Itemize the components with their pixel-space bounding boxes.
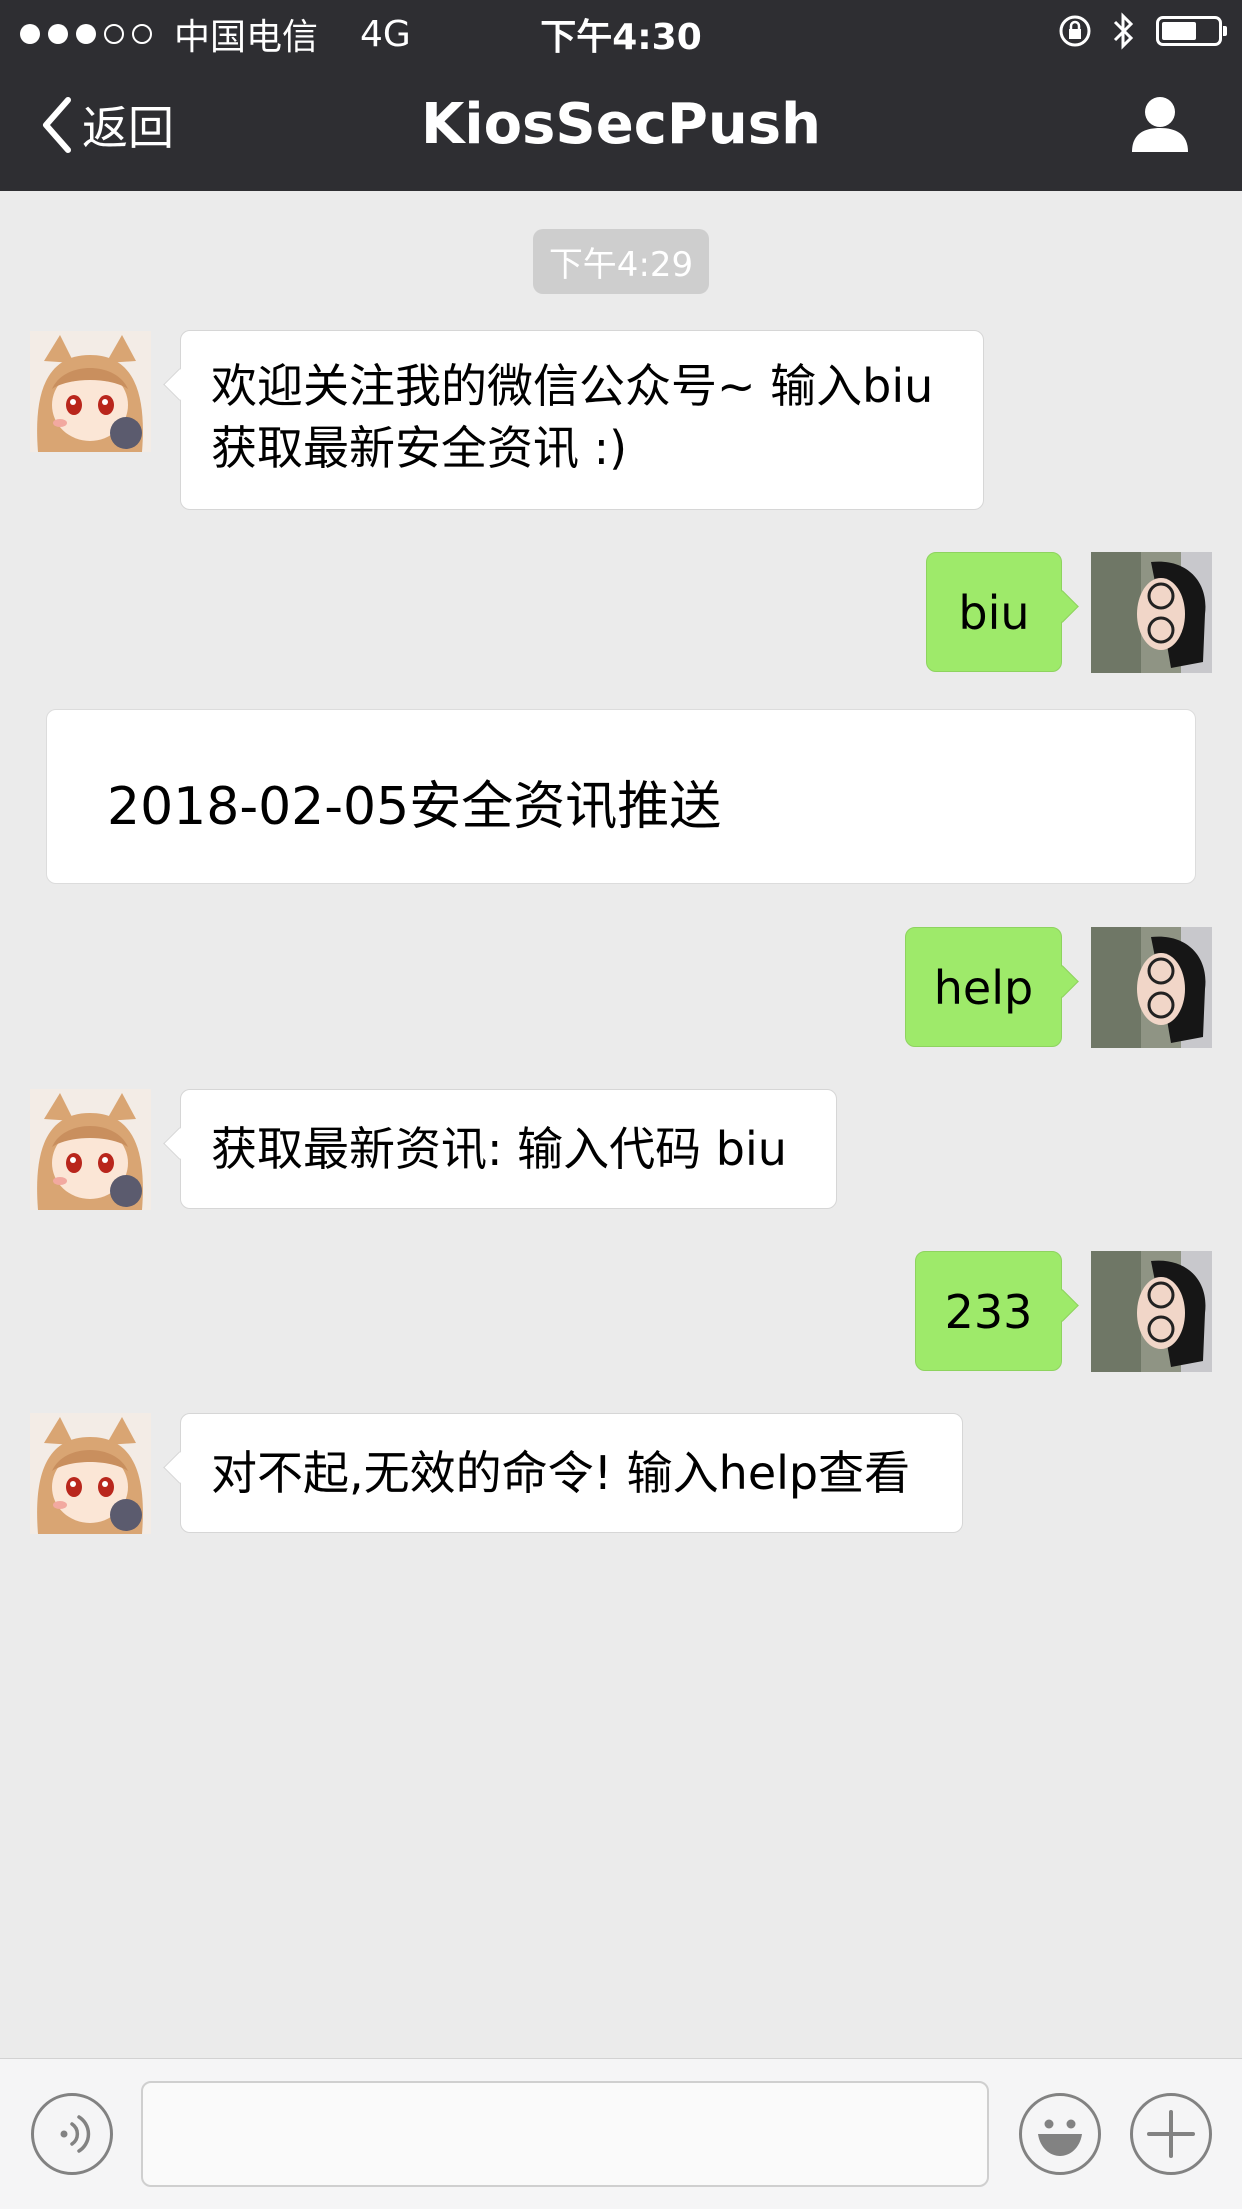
plus-icon [1147,2110,1195,2158]
bot-avatar[interactable] [30,1089,151,1210]
timestamp-row: 下午4:29 [0,229,1242,294]
profile-icon[interactable] [1130,96,1190,152]
message-bubble-sent[interactable]: help [905,927,1062,1047]
emoji-icon [1038,2119,1082,2156]
message-text: biu [958,586,1030,640]
user-avatar[interactable] [1091,1251,1212,1372]
user-avatar[interactable] [1091,927,1212,1048]
message-bubble-received[interactable]: 欢迎关注我的微信公众号~ 输入biu 获取最新安全资讯 :) [180,330,984,510]
voice-icon [60,2115,91,2153]
more-button[interactable] [1130,2093,1212,2175]
emoji-button[interactable] [1019,2093,1101,2175]
battery-icon [1156,16,1227,46]
message-text: 233 [944,1285,1033,1339]
news-card-title: 2018-02-05安全资讯推送 [107,777,722,837]
navigation-bar: 返回 KiosSecPush [0,62,1242,191]
message-bubble-sent[interactable]: 233 [915,1251,1062,1371]
chat-title: KiosSecPush [420,92,821,157]
message-text: 获取最新资讯: 输入代码 biu [211,1122,787,1176]
top-bar: 中国电信 4G 下午4:30 返回 KiosSecPush [0,0,1242,191]
bot-avatar[interactable] [30,1413,151,1534]
message-bubble-received[interactable]: 对不起,无效的命令! 输入help查看 [180,1413,963,1533]
news-card[interactable]: 2018-02-05安全资讯推送 [46,709,1196,884]
voice-button[interactable] [31,2093,113,2175]
message-text: help [933,961,1034,1015]
message-bubble-sent[interactable]: biu [926,552,1062,672]
orientation-lock-icon [1059,15,1091,47]
status-bar: 中国电信 4G 下午4:30 [0,0,1242,62]
chat-timestamp: 下午4:29 [532,229,710,294]
message-text: 对不起,无效的命令! 输入help查看 [211,1446,911,1500]
message-text: 获取最新安全资讯 :) [211,421,628,475]
message-input[interactable] [141,2081,989,2187]
input-bar [0,2058,1242,2209]
bluetooth-icon [1113,12,1134,50]
user-avatar[interactable] [1091,552,1212,673]
bot-avatar[interactable] [30,331,151,452]
message-bubble-received[interactable]: 获取最新资讯: 输入代码 biu [180,1089,837,1209]
message-text: 欢迎关注我的微信公众号~ 输入biu [211,359,934,413]
status-time: 下午4:30 [540,17,702,58]
